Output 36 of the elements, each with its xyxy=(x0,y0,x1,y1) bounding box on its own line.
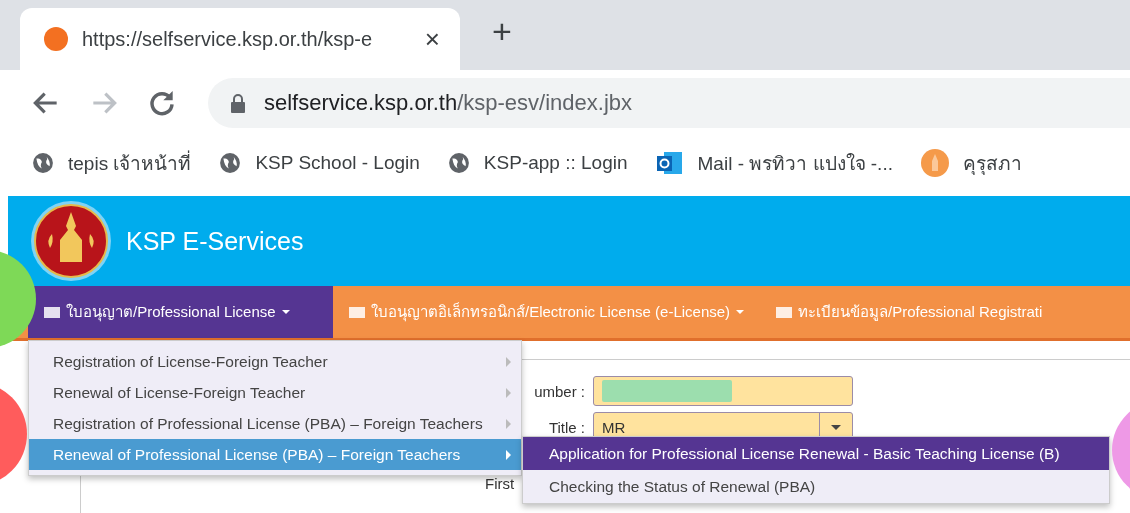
card-icon xyxy=(776,306,793,318)
input-field[interactable] xyxy=(593,376,853,406)
bookmark[interactable]: tepis เจ้าหน้าที่ xyxy=(32,147,192,178)
submenu-arrow-icon xyxy=(506,356,511,367)
globe-icon xyxy=(447,151,470,174)
menu-item[interactable]: Registration of License-Foreign Teacher xyxy=(29,346,521,377)
field-label: First xyxy=(485,474,515,492)
submenu-item[interactable]: Application for Professional License Renewal - Basic Teaching License (B) xyxy=(523,437,1109,470)
bookmark[interactable]: Mail - พรทิวา แปงใจ -... xyxy=(655,147,893,178)
bookmark[interactable]: KSP-app :: Login xyxy=(447,151,628,174)
bookmark[interactable]: คุรุสภา xyxy=(920,147,1022,178)
nav-menu-item[interactable]: ใบอนุญาต/Professional License xyxy=(28,286,333,338)
lock-icon xyxy=(230,92,246,113)
submenu-item[interactable]: Checking the Status of Renewal (PBA) xyxy=(523,470,1109,503)
menu-item[interactable]: Renewal of License-Foreign Teacher xyxy=(29,377,521,408)
field-label: Title : xyxy=(548,418,585,436)
card-icon xyxy=(349,306,365,318)
seal-icon xyxy=(920,148,949,177)
submenu-arrow-icon xyxy=(506,418,511,429)
browser-tab[interactable]: https://selfservice.ksp.or.th/ksp-e × xyxy=(20,8,460,70)
submenu-arrow-icon xyxy=(506,449,511,460)
url-text: selfservice.ksp.or.th/ksp-esv/index.jbx xyxy=(264,89,633,116)
menu-item[interactable]: Registration of Professional License (PBA) – Foreign Teachers xyxy=(29,408,521,439)
bookmark[interactable]: KSP School - Login xyxy=(219,151,420,174)
favicon-icon xyxy=(44,27,68,51)
address-bar[interactable]: selfservice.ksp.or.th/ksp-esv/index.jbx xyxy=(208,77,1130,128)
dropdown-icon xyxy=(831,424,841,430)
submenu-arrow-icon xyxy=(506,387,511,398)
card-icon xyxy=(44,306,60,318)
field-label: umber : xyxy=(534,382,585,400)
close-tab-button[interactable]: × xyxy=(422,23,442,55)
globe-icon xyxy=(219,151,242,174)
mail-icon xyxy=(655,149,684,176)
new-tab-button[interactable]: + xyxy=(486,10,518,52)
site-title: KSP E-Services xyxy=(126,226,304,256)
globe-icon xyxy=(32,151,54,174)
